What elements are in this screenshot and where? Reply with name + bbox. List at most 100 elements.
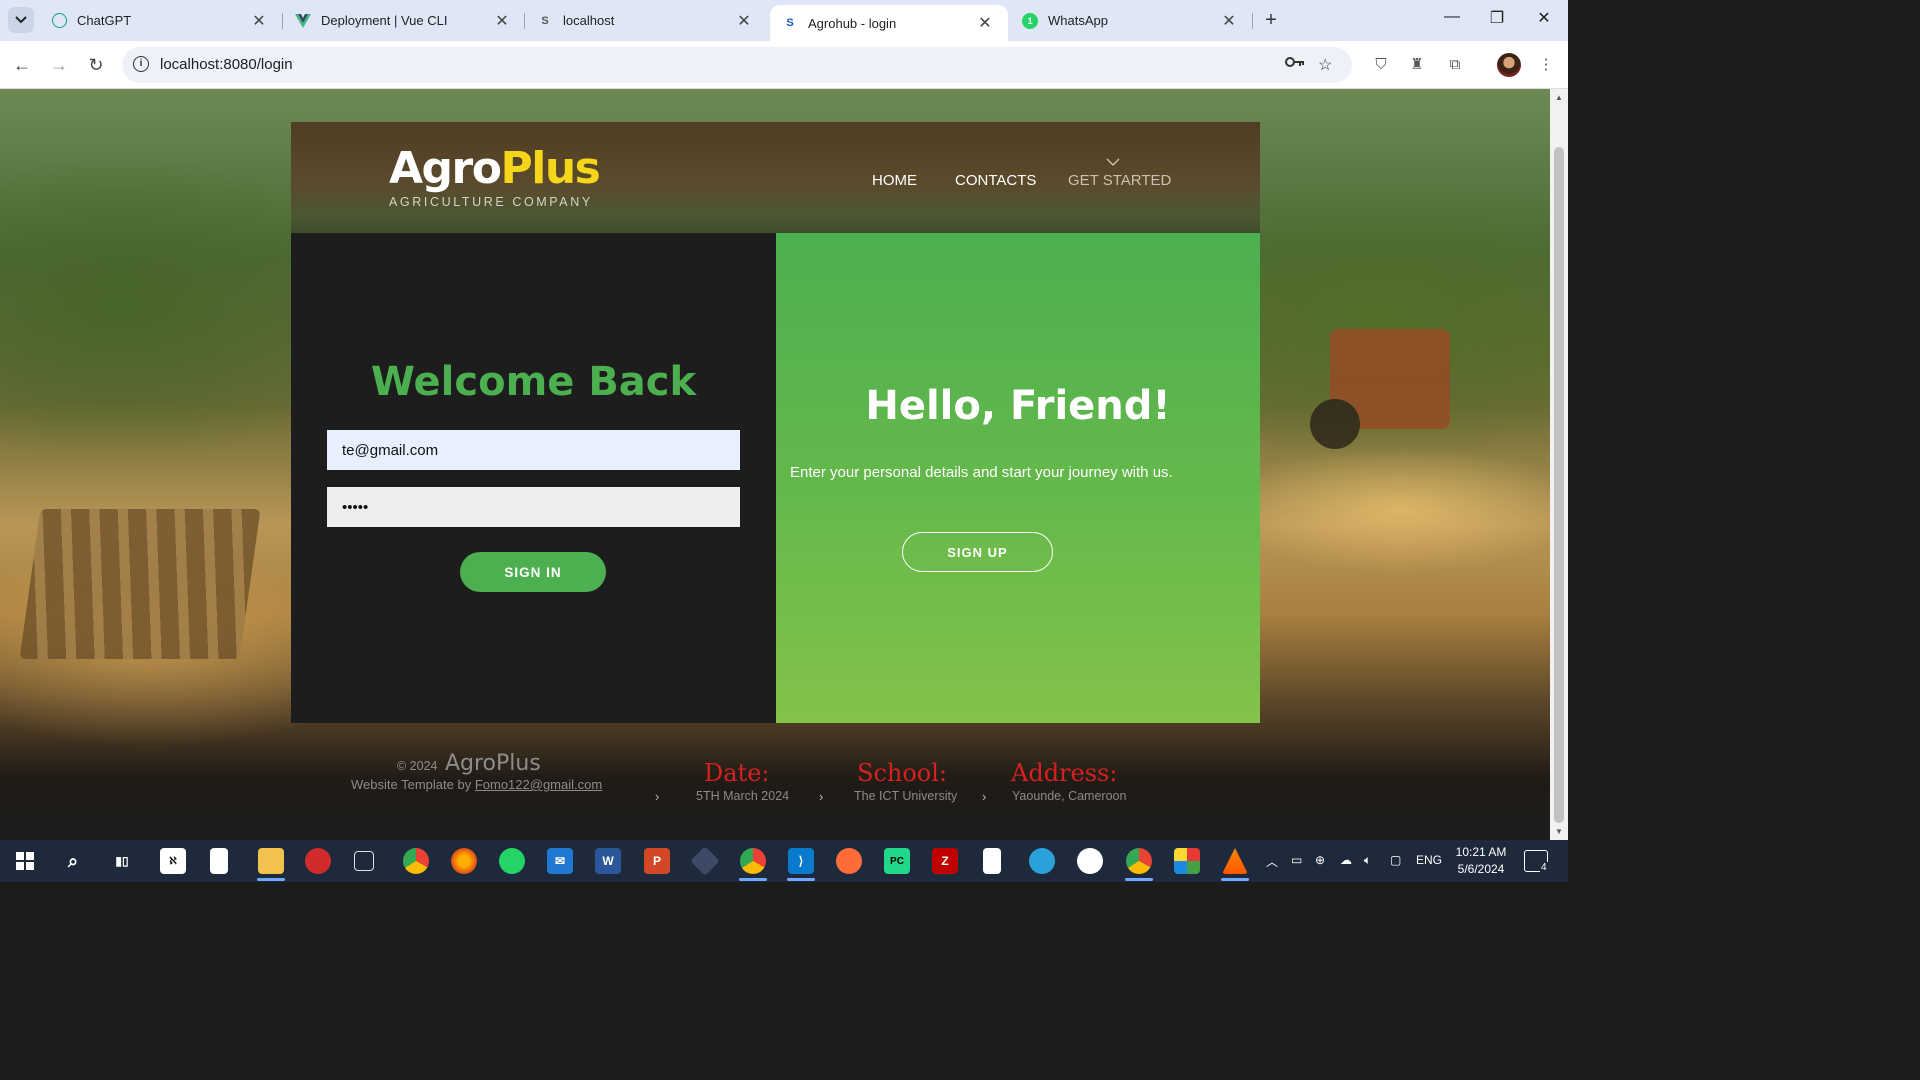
back-icon[interactable]: ←	[10, 53, 34, 77]
powerpoint-icon[interactable]: P	[644, 848, 670, 874]
menu-kebab-icon[interactable]: ⋮	[1535, 54, 1557, 76]
tab-whatsapp[interactable]: 1 WhatsApp ✕	[1010, 0, 1252, 41]
avatar[interactable]	[1497, 53, 1521, 77]
site-info-icon[interactable]: i	[133, 56, 149, 72]
calculator-icon[interactable]	[354, 851, 374, 871]
footer-school-value: The ICT University	[854, 789, 958, 803]
tab-search-button[interactable]	[8, 7, 34, 33]
globe-icon[interactable]: ⊕	[1315, 853, 1325, 867]
firefox-icon[interactable]	[451, 848, 477, 874]
chrome-alt-icon[interactable]	[1126, 848, 1152, 874]
vlc-icon[interactable]	[1222, 848, 1248, 874]
chevron-down-icon	[1106, 158, 1120, 166]
scroll-up-icon[interactable]: ▲	[1554, 93, 1564, 102]
scroll-down-icon[interactable]: ▼	[1554, 827, 1564, 836]
search-icon[interactable]: ⌕	[60, 848, 86, 874]
screen-recorder-icon[interactable]	[305, 848, 331, 874]
extension-hat-icon[interactable]: ♜	[1406, 54, 1428, 76]
postman-icon[interactable]	[836, 848, 862, 874]
page-viewport: AgroPlus AGRICULTURE COMPANY HOME CONTAC…	[0, 89, 1550, 840]
windows-start-icon[interactable]	[12, 848, 38, 874]
tab-vue-cli[interactable]: Deployment | Vue CLI ✕	[283, 0, 525, 41]
logo[interactable]: AgroPlus	[389, 143, 601, 194]
chrome-icon[interactable]	[403, 848, 429, 874]
email-field[interactable]	[327, 430, 740, 470]
language-indicator[interactable]: ENG	[1416, 853, 1442, 867]
signin-button[interactable]: SIGN IN	[460, 552, 606, 592]
hello-heading: Hello, Friend!	[865, 383, 1171, 429]
close-icon[interactable]: ✕	[976, 13, 994, 33]
telegram-icon[interactable]	[1029, 848, 1055, 874]
template-email-link[interactable]: Fomo122@gmail.com	[475, 777, 602, 792]
tab-agrohub-login[interactable]: S Agrohub - login ✕	[770, 5, 1008, 41]
scrollbar-thumb[interactable]	[1554, 147, 1564, 823]
notepad-icon[interactable]	[210, 848, 228, 874]
close-icon[interactable]: ✕	[735, 11, 753, 31]
copyright-text: © 2024	[397, 759, 438, 773]
browser-toolbar: ← → ↻ i localhost:8080/login ☆ ⛉ ♜ ⧉ ⋮	[0, 41, 1568, 89]
nav-contacts[interactable]: CONTACTS	[955, 172, 1036, 189]
tab-divider	[1252, 13, 1253, 29]
tray-chevron-up-icon[interactable]: ︿	[1266, 853, 1278, 870]
battery-icon[interactable]: ▭	[1291, 853, 1302, 867]
nav-home[interactable]: HOME	[872, 172, 917, 189]
s-icon: S	[786, 17, 794, 29]
address-bar[interactable]: i localhost:8080/login ☆	[122, 47, 1352, 83]
bookmark-star-icon[interactable]: ☆	[1318, 55, 1332, 75]
active-indicator	[787, 878, 815, 881]
shield-icon[interactable]: ⛉	[1370, 54, 1392, 76]
site-header: AgroPlus AGRICULTURE COMPANY HOME CONTAC…	[291, 122, 1260, 233]
vscode-icon[interactable]: ⟩	[788, 848, 814, 874]
page-scrollbar[interactable]: ▲ ▼	[1550, 89, 1568, 840]
close-icon[interactable]: ✕	[250, 11, 268, 31]
clock-date: 5/6/2024	[1457, 862, 1505, 876]
task-view-icon[interactable]: ▮▯	[109, 848, 135, 874]
s-icon: S	[541, 14, 549, 27]
tab-chatgpt[interactable]: ChatGPT ✕	[40, 0, 282, 41]
reload-icon[interactable]: ↻	[84, 53, 108, 77]
password-key-icon[interactable]	[1285, 55, 1305, 73]
footer-date-value: 5TH March 2024	[696, 789, 790, 803]
footer-address-value: Yaounde, Cameroon	[1012, 789, 1127, 803]
tab-title: Deployment | Vue CLI	[321, 13, 448, 28]
filezilla-icon[interactable]: Z	[932, 848, 958, 874]
document-icon[interactable]	[983, 848, 1001, 874]
app-grid-icon[interactable]	[1174, 848, 1200, 874]
restore-icon[interactable]: ❐	[1482, 8, 1512, 28]
mongodb-compass-icon[interactable]	[1077, 848, 1103, 874]
active-indicator	[739, 878, 767, 881]
mail-icon[interactable]: ✉	[547, 848, 573, 874]
file-explorer-icon[interactable]	[258, 848, 284, 874]
windows-taskbar: ⌕ ▮▯ ℵ ✉ W P ⟩ PC Z ︿ ▭ ⊕ ☁ 🔈︎ ▢ ENG 10:…	[0, 840, 1568, 882]
meet-now-icon[interactable]: ▢	[1390, 853, 1401, 867]
extensions-puzzle-icon[interactable]: ⧉	[1444, 54, 1466, 76]
forward-icon[interactable]: →	[47, 53, 71, 77]
whatsapp-icon[interactable]	[499, 848, 525, 874]
volume-icon[interactable]: 🔈︎	[1364, 853, 1371, 868]
ime-pad-icon[interactable]: ℵ	[160, 848, 186, 874]
active-indicator	[1221, 878, 1249, 881]
cloud-icon[interactable]: ☁	[1340, 853, 1352, 867]
url-text[interactable]: localhost:8080/login	[160, 56, 293, 73]
browser-tab-strip: ChatGPT ✕ Deployment | Vue CLI ✕ S local…	[0, 0, 1568, 41]
background-tractor-image	[1310, 329, 1450, 449]
close-icon[interactable]: ✕	[493, 11, 511, 31]
taskbar-clock[interactable]: 10:21 AM 5/6/2024	[1451, 844, 1511, 878]
new-tab-icon[interactable]: +	[1259, 9, 1283, 32]
close-window-icon[interactable]: ✕	[1529, 8, 1559, 28]
password-field[interactable]	[327, 487, 740, 527]
logo-agro-text: Agro	[389, 143, 502, 194]
signup-panel: Hello, Friend! Enter your personal detai…	[776, 233, 1260, 723]
signup-button[interactable]: SIGN UP	[902, 532, 1053, 572]
tab-localhost[interactable]: S localhost ✕	[525, 0, 767, 41]
pycharm-icon[interactable]: PC	[884, 848, 910, 874]
nav-get-started[interactable]: GET STARTED	[1068, 172, 1171, 189]
chevron-down-icon	[15, 16, 27, 24]
word-icon[interactable]: W	[595, 848, 621, 874]
template-prefix: Website Template by	[351, 777, 472, 792]
minimize-icon[interactable]: —	[1437, 8, 1467, 26]
chevron-right-icon: ›	[982, 789, 987, 804]
close-icon[interactable]: ✕	[1220, 11, 1238, 31]
chrome-profile-icon[interactable]	[740, 848, 766, 874]
virtualbox-icon[interactable]	[690, 846, 720, 876]
